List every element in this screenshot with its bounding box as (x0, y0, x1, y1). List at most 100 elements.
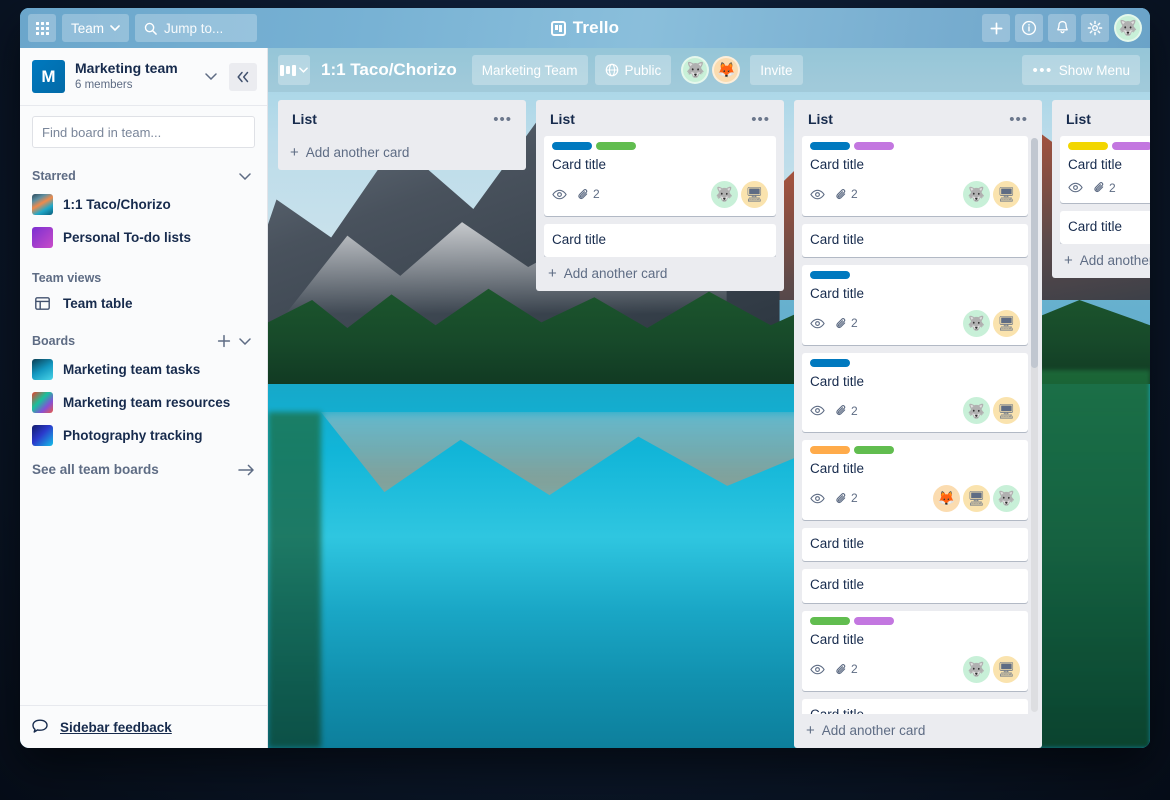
list-title[interactable]: List (292, 111, 489, 127)
card-member-avatar[interactable]: 🐺 (711, 180, 738, 208)
find-board-input[interactable] (32, 116, 255, 148)
paperclip-icon (1094, 182, 1104, 192)
card-label[interactable] (810, 616, 850, 625)
add-board-button[interactable] (213, 334, 235, 348)
watch-badge (552, 189, 567, 200)
list-menu-button[interactable]: ••• (747, 112, 774, 127)
card-member-avatar[interactable]: 🐺 (963, 180, 990, 208)
board-title[interactable]: 1:1 Taco/Chorizo (317, 60, 465, 80)
card-member-avatar[interactable]: 🐺 (993, 484, 1020, 512)
desktop-background: Team Jump to... Trello 🐺 M Marketing tea… (0, 0, 1170, 800)
board-card[interactable]: Card title 2 🐺 🖥 (802, 352, 1028, 433)
card-member-avatar[interactable]: 🖥 (993, 397, 1020, 425)
apps-grid-button[interactable] (28, 14, 56, 42)
board-team-button[interactable]: Marketing Team (471, 55, 588, 85)
list-title[interactable]: List (1066, 111, 1150, 127)
card-label[interactable] (810, 446, 850, 455)
card-label[interactable] (810, 142, 850, 150)
board-card[interactable]: Card title (1060, 210, 1150, 245)
board-area: 1:1 Taco/Chorizo Marketing Team Public 🐺 (268, 48, 1150, 748)
card-badges: 2 🦊 🖥 🐺 (810, 484, 1020, 512)
starred-collapse-button[interactable] (235, 172, 255, 180)
card-label[interactable] (596, 142, 636, 150)
info-button[interactable] (1015, 14, 1043, 42)
sidebar-item-taco-chorizo[interactable]: 1:1 Taco/Chorizo (20, 188, 267, 221)
chevron-down-icon (299, 67, 308, 73)
card-member-avatar[interactable]: 🖥 (963, 484, 990, 512)
card-label[interactable] (552, 142, 592, 150)
card-members: 🐺 🖥 (711, 180, 768, 208)
board-member-avatar[interactable]: 🐺 (681, 56, 710, 84)
search-placeholder-text: Jump to... (164, 20, 224, 36)
team-dropdown-button[interactable] (203, 71, 219, 82)
board-card[interactable]: Card title (802, 569, 1028, 603)
board-card[interactable]: Card title (802, 527, 1028, 562)
collapse-sidebar-button[interactable] (229, 62, 257, 91)
list-title[interactable]: List (808, 111, 1005, 127)
add-another-card-button[interactable]: + Add another card (278, 136, 526, 168)
card-member-avatar[interactable]: 🐺 (963, 397, 990, 425)
list-menu-button[interactable]: ••• (489, 112, 516, 127)
add-button[interactable] (982, 14, 1010, 42)
card-title: Card title (552, 231, 607, 247)
card-label[interactable] (810, 358, 850, 367)
card-label[interactable] (1068, 142, 1108, 150)
card-label[interactable] (854, 446, 894, 455)
card-member-avatar[interactable]: 🐺 (963, 309, 990, 337)
card-member-avatar[interactable]: 🖥 (993, 655, 1020, 683)
user-avatar[interactable]: 🐺 (1114, 14, 1142, 42)
watch-badge (810, 189, 825, 200)
team-meta: Marketing team 6 members (75, 60, 193, 92)
board-card[interactable]: Card title 2 🐺 🖥 (802, 610, 1028, 691)
card-member-avatar[interactable]: 🦊 (933, 484, 960, 512)
board-card[interactable]: Card title 2 (1060, 136, 1150, 203)
scrollbar-thumb[interactable] (1031, 138, 1038, 368)
trello-board-icon (550, 20, 566, 36)
card-label[interactable] (1112, 142, 1150, 150)
add-another-card-button[interactable]: + Add another card (536, 257, 784, 289)
add-another-card-button[interactable]: + Add another card (1052, 244, 1150, 276)
sidebar-item-photography-tracking[interactable]: Photography tracking (20, 419, 267, 452)
card-member-avatar[interactable]: 🐺 (963, 655, 990, 683)
card-members: 🐺 🖥 (963, 655, 1020, 683)
card-label[interactable] (854, 142, 894, 150)
sidebar-feedback-button[interactable]: Sidebar feedback (20, 705, 267, 748)
board-card[interactable]: Card title 2 🐺 🖥 (802, 265, 1028, 345)
search-input[interactable]: Jump to... (135, 14, 258, 42)
board-header: 1:1 Taco/Chorizo Marketing Team Public 🐺 (268, 48, 1150, 92)
card-label[interactable] (810, 271, 850, 280)
settings-button[interactable] (1081, 14, 1109, 42)
board-card[interactable]: Card title 2 🐺 🖥 (544, 136, 776, 216)
board-member-avatar[interactable]: 🦊 (712, 56, 741, 84)
sidebar-item-marketing-team-tasks[interactable]: Marketing team tasks (20, 353, 267, 386)
see-all-label: See all team boards (32, 462, 159, 477)
trello-app-window: Team Jump to... Trello 🐺 M Marketing tea… (20, 8, 1150, 748)
add-another-card-button[interactable]: + Add another card (794, 714, 1042, 746)
list-menu-button[interactable]: ••• (1005, 112, 1032, 127)
board-visibility-button[interactable]: Public (594, 55, 672, 85)
card-member-avatar[interactable]: 🖥 (993, 309, 1020, 337)
eye-icon (810, 405, 825, 416)
card-label[interactable] (854, 616, 894, 625)
card-member-avatar[interactable]: 🖥 (741, 180, 768, 208)
boards-collapse-button[interactable] (235, 337, 255, 345)
board-card[interactable]: Card title 2 🐺 🖥 (802, 136, 1028, 216)
board-card[interactable]: Card title 2 🦊 🖥 🐺 (802, 440, 1028, 520)
board-card[interactable]: Card title (544, 223, 776, 258)
see-all-team-boards-button[interactable]: See all team boards (20, 452, 267, 487)
notifications-button[interactable] (1048, 14, 1076, 42)
sidebar-item-personal-todo[interactable]: Personal To-do lists (20, 221, 267, 254)
team-menu-button[interactable]: Team (62, 14, 130, 42)
board-view-switcher[interactable] (278, 55, 310, 85)
sidebar-item-marketing-team-resources[interactable]: Marketing team resources (20, 386, 267, 419)
invite-button[interactable]: Invite (750, 55, 803, 85)
sidebar-item-team-table[interactable]: Team table (20, 290, 267, 317)
board-card[interactable]: Card title (802, 223, 1028, 258)
board-card[interactable]: Card title (802, 698, 1028, 714)
card-member-avatar[interactable]: 🖥 (993, 180, 1020, 208)
bell-icon (1056, 20, 1068, 34)
show-menu-button[interactable]: ••• Show Menu (1022, 55, 1140, 85)
list-title[interactable]: List (550, 111, 747, 127)
list-scrollbar[interactable] (1031, 138, 1038, 712)
section-header-boards: Boards (20, 317, 267, 353)
